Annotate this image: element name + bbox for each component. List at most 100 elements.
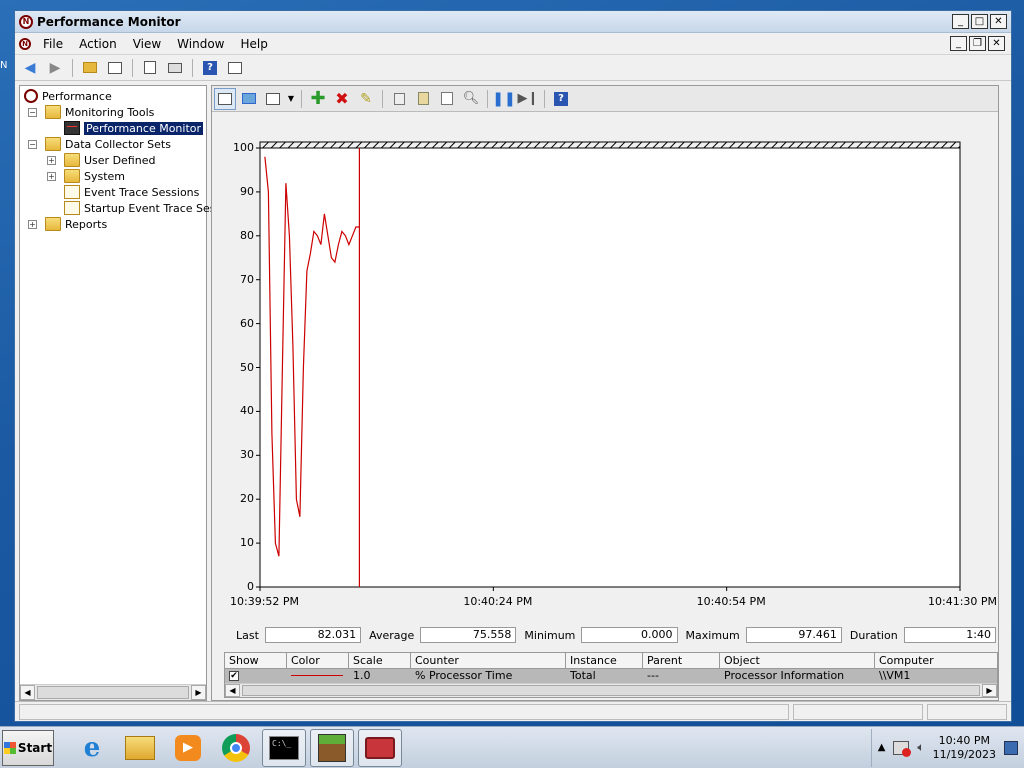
title-bar[interactable]: N Performance Monitor _ □ ✕ xyxy=(15,11,1011,33)
system-clock[interactable]: 10:40 PM 11/19/2023 xyxy=(933,734,996,762)
scroll-left-icon[interactable]: ◀ xyxy=(20,685,35,700)
view-current-activity-icon[interactable] xyxy=(214,87,236,110)
tree-item-event-trace-sessions[interactable]: Event Trace Sessions xyxy=(64,184,199,200)
minecraft-icon[interactable] xyxy=(310,728,354,767)
highlight-icon[interactable]: ✎ xyxy=(355,88,377,110)
network-warning-icon[interactable] xyxy=(893,740,912,757)
back-arrow-icon[interactable]: ◀ xyxy=(19,57,41,79)
show-hide-action-pane-icon[interactable] xyxy=(224,57,246,79)
show-hidden-icons-icon[interactable]: ▲ xyxy=(878,742,886,753)
internet-explorer-icon[interactable]: e xyxy=(70,729,114,767)
copy-properties-icon[interactable] xyxy=(388,88,410,110)
start-button[interactable]: Start xyxy=(2,729,54,766)
update-data-icon[interactable]: ▶❙ xyxy=(517,88,539,110)
column-show[interactable]: Show xyxy=(225,653,287,668)
toolbar-separator xyxy=(487,89,488,108)
minimum-value: 0.000 xyxy=(581,627,678,643)
scroll-right-icon[interactable]: ▶ xyxy=(982,684,997,697)
column-counter[interactable]: Counter xyxy=(411,653,566,668)
expand-icon[interactable]: + xyxy=(47,171,56,181)
line-graph[interactable]: 100 90 80 70 60 50 40 30 20 10 0 10:39:52 PM 10:40:2… xyxy=(212,113,998,638)
column-computer[interactable]: Computer xyxy=(875,653,997,668)
properties-icon[interactable] xyxy=(436,88,458,110)
chrome-icon[interactable] xyxy=(214,729,258,767)
delete-counter-icon[interactable]: ✖ xyxy=(331,88,353,110)
menu-window[interactable]: Window xyxy=(169,37,232,51)
tree-item-label: Event Trace Sessions xyxy=(84,185,200,199)
mdi-restore-button[interactable]: ❐ xyxy=(969,36,986,51)
menu-file[interactable]: File xyxy=(35,37,71,51)
tree-item-reports[interactable]: + Reports xyxy=(28,216,107,232)
menu-help[interactable]: Help xyxy=(233,37,276,51)
menu-bar: N File Action View Window Help _ ❐ ✕ xyxy=(15,33,1011,55)
freeze-display-icon[interactable]: ❚❚ xyxy=(492,88,515,110)
forward-arrow-icon[interactable]: ▶ xyxy=(44,57,66,79)
scroll-thumb[interactable] xyxy=(242,685,980,696)
menu-action[interactable]: Action xyxy=(71,37,125,51)
expand-icon[interactable]: + xyxy=(28,219,37,229)
collapse-icon[interactable]: − xyxy=(28,107,37,117)
close-button[interactable]: ✕ xyxy=(990,14,1007,29)
y-tick-label: 70 xyxy=(240,272,254,286)
column-instance[interactable]: Instance xyxy=(566,653,643,668)
collapse-icon[interactable]: − xyxy=(28,139,37,149)
add-counter-icon[interactable]: ✚ xyxy=(307,88,329,110)
view-log-data-icon[interactable] xyxy=(238,88,260,110)
change-graph-type-icon[interactable] xyxy=(262,88,284,110)
legend-header: Show Color Scale Counter Instance Parent… xyxy=(225,653,997,669)
expand-icon[interactable]: + xyxy=(47,155,56,165)
column-object[interactable]: Object xyxy=(720,653,875,668)
tree-item-performance-monitor[interactable]: Performance Monitor xyxy=(64,120,204,136)
tree-item-label: Performance Monitor xyxy=(84,121,204,135)
tree-item-system[interactable]: + System xyxy=(47,168,125,184)
tree-item-label: User Defined xyxy=(84,153,156,167)
y-tick-label: 80 xyxy=(240,228,254,242)
column-parent[interactable]: Parent xyxy=(643,653,720,668)
table-row[interactable]: ✔ 1.0 % Processor Time Total --- Process… xyxy=(225,669,997,683)
paste-counter-icon[interactable] xyxy=(412,88,434,110)
trace-folder-icon xyxy=(64,185,80,199)
graph-type-dropdown-icon[interactable]: ▼ xyxy=(286,88,296,110)
column-color[interactable]: Color xyxy=(287,653,349,668)
tree-item-startup-event-trace-sessions[interactable]: Startup Event Trace Sess xyxy=(64,200,221,216)
column-scale[interactable]: Scale xyxy=(349,653,411,668)
mdi-close-button[interactable]: ✕ xyxy=(988,36,1005,51)
legend-horizontal-scrollbar[interactable]: ◀ ▶ xyxy=(225,683,997,697)
minimize-button[interactable]: _ xyxy=(952,14,969,29)
volume-muted-icon[interactable]: 🔈︎ xyxy=(917,740,924,755)
properties-icon[interactable] xyxy=(139,57,161,79)
show-hide-tree-icon[interactable] xyxy=(104,57,126,79)
help-icon[interactable]: ? xyxy=(550,88,572,110)
tree-item-data-collector-sets[interactable]: − Data Collector Sets xyxy=(28,136,171,152)
show-desktop-icon[interactable] xyxy=(1004,740,1018,755)
toolbar-separator xyxy=(192,58,193,77)
help-icon[interactable]: ? xyxy=(199,57,221,79)
tree-item-label: Performance xyxy=(42,89,112,103)
media-player-icon[interactable]: ▶ xyxy=(166,729,210,767)
tree-item-performance[interactable]: Performance xyxy=(24,88,112,104)
y-tick-label: 0 xyxy=(247,580,254,593)
tree-item-user-defined[interactable]: + User Defined xyxy=(47,152,155,168)
scroll-thumb[interactable] xyxy=(37,686,189,699)
y-tick-label: 100 xyxy=(233,141,254,154)
toolbox-app-icon[interactable] xyxy=(358,728,402,767)
file-explorer-icon[interactable] xyxy=(118,729,162,767)
show-checkbox[interactable]: ✔ xyxy=(229,671,239,681)
performance-icon xyxy=(24,89,38,103)
tree-item-monitoring-tools[interactable]: − Monitoring Tools xyxy=(28,104,154,120)
window-title: Performance Monitor xyxy=(37,14,181,29)
maximize-button[interactable]: □ xyxy=(971,14,988,29)
color-cell xyxy=(287,669,349,683)
scroll-left-icon[interactable]: ◀ xyxy=(225,684,240,697)
tree-item-label: Monitoring Tools xyxy=(65,105,155,119)
tree-horizontal-scrollbar[interactable]: ◀ ▶ xyxy=(20,684,206,700)
mdi-minimize-button[interactable]: _ xyxy=(950,36,967,51)
perfmon-menu-icon[interactable]: N xyxy=(19,37,31,50)
print-icon[interactable] xyxy=(164,57,186,79)
up-folder-icon[interactable] xyxy=(79,57,101,79)
zoom-icon[interactable]: 🔍︎ xyxy=(460,88,482,110)
duration-value: 1:40 xyxy=(903,627,996,643)
command-prompt-icon[interactable]: C:\_ xyxy=(262,728,306,767)
scroll-right-icon[interactable]: ▶ xyxy=(191,685,206,700)
menu-view[interactable]: View xyxy=(125,37,169,51)
